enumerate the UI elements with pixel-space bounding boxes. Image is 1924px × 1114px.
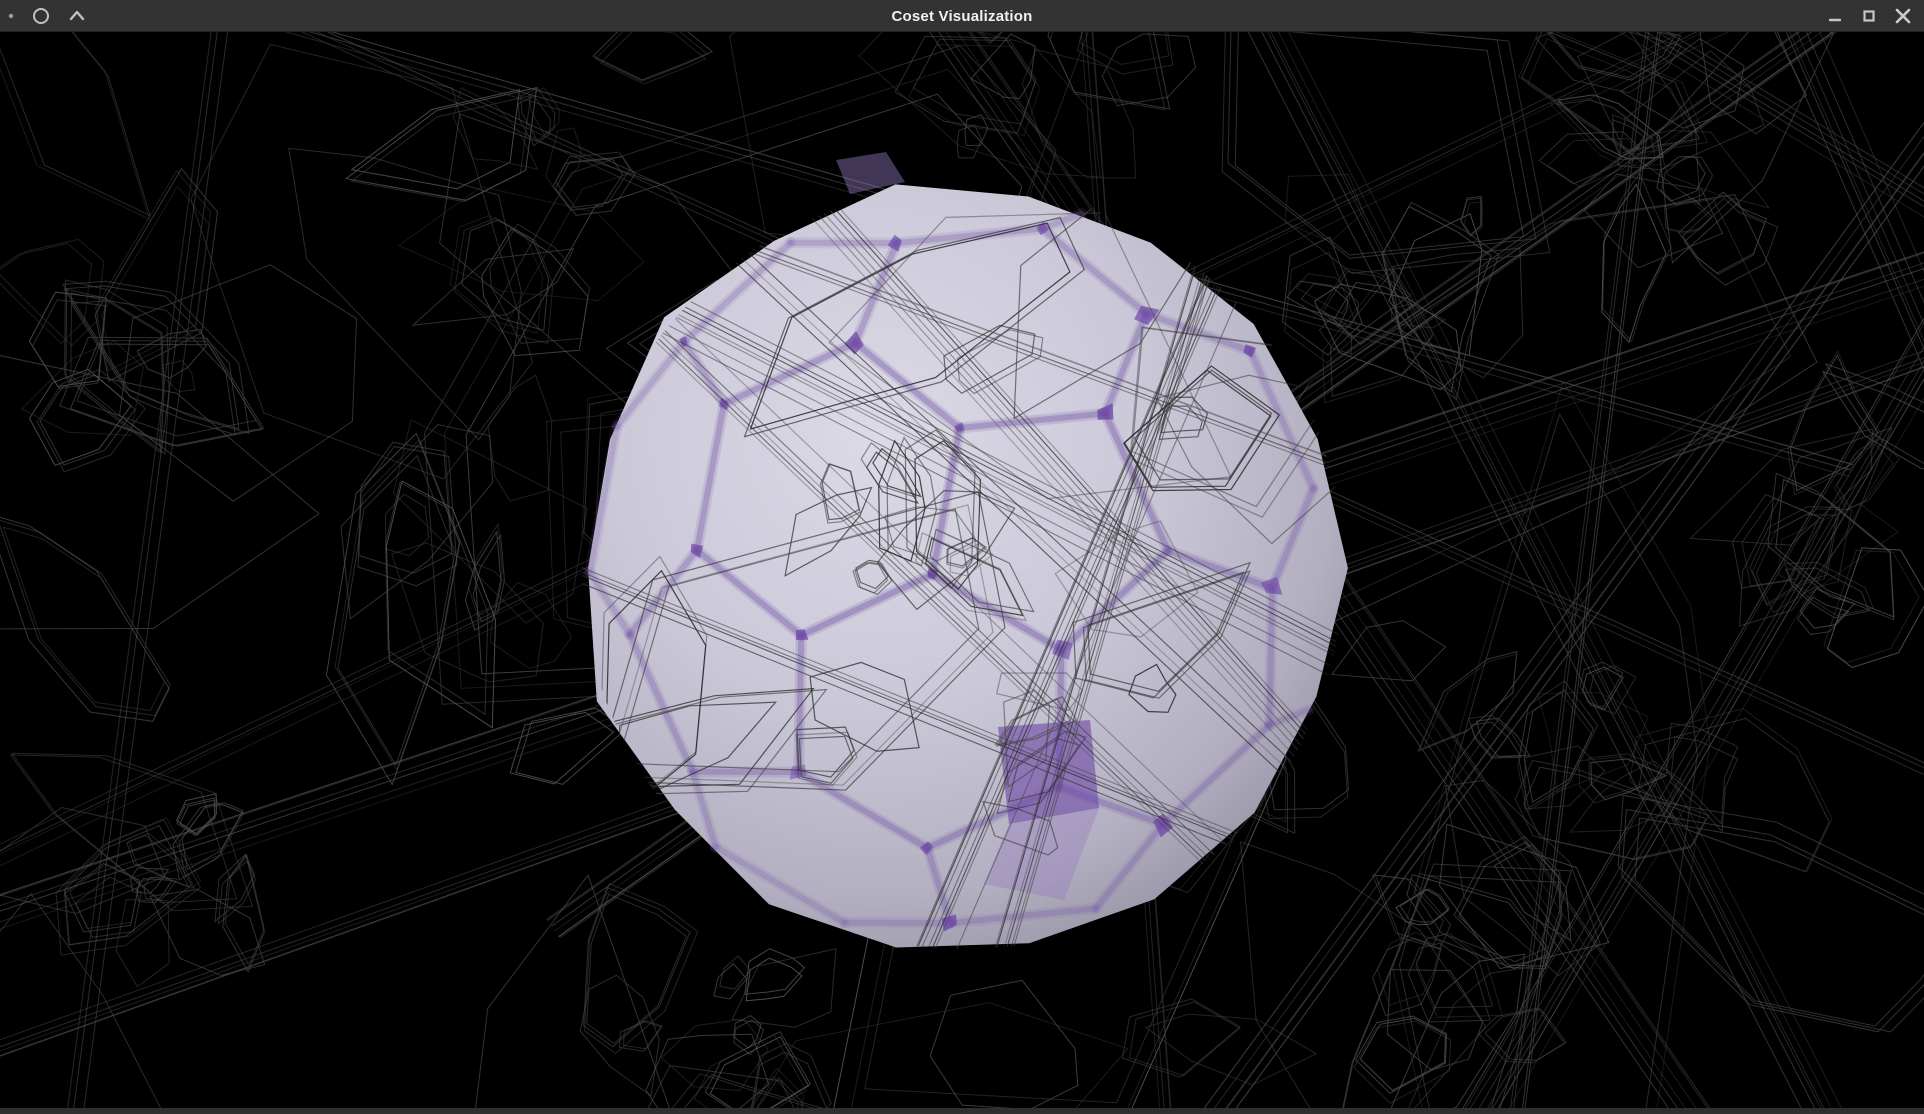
minimize-button[interactable] [1824,5,1846,27]
titlebar-right-controls [1824,0,1914,32]
circle-view-icon[interactable] [30,5,52,27]
app-window: Coset Visualization [0,0,1924,1114]
dot-indicator-icon [6,5,16,27]
window-title: Coset Visualization [0,0,1924,32]
titlebar: Coset Visualization [0,0,1924,32]
close-button[interactable] [1892,5,1914,27]
coset-scene-canvas[interactable] [0,32,1924,1108]
maximize-button[interactable] [1858,5,1880,27]
viewport-3d[interactable] [0,32,1924,1108]
window-border-bottom [0,1108,1924,1114]
chevron-up-icon[interactable] [66,5,88,27]
titlebar-left-controls [6,0,88,32]
